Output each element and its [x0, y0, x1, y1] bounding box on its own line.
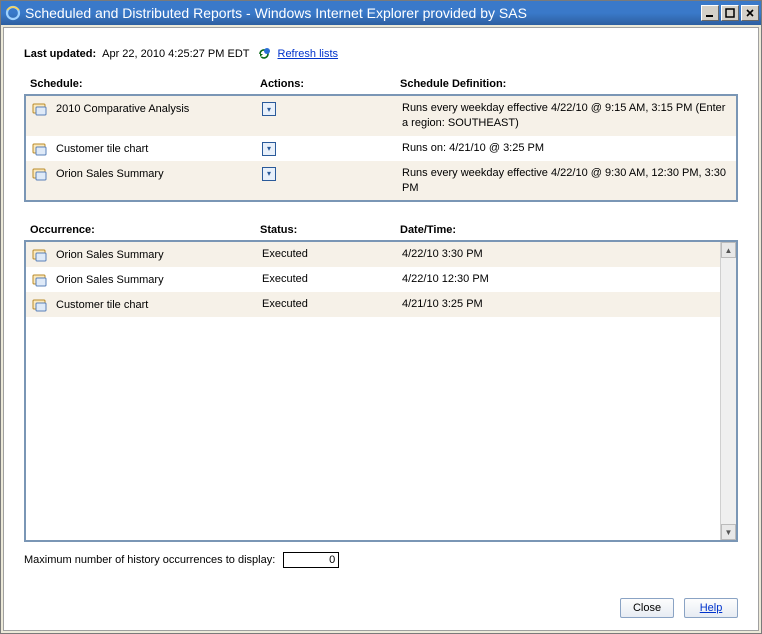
schedule-definition: Runs every weekday effective 4/22/10 @ 9… — [402, 166, 730, 196]
max-history-line: Maximum number of history occurrences to… — [24, 552, 738, 568]
occurrence-panel: Orion Sales Summary Executed 4/22/10 3:3… — [24, 240, 738, 542]
max-history-input[interactable] — [283, 552, 339, 568]
schedule-headers: Schedule: Actions: Schedule Definition: — [30, 78, 738, 90]
max-history-label: Maximum number of history occurrences to… — [24, 554, 275, 566]
header-datetime: Date/Time: — [400, 224, 738, 236]
schedule-definition: Runs every weekday effective 4/22/10 @ 9… — [402, 101, 730, 131]
occurrence-name: Orion Sales Summary — [56, 272, 262, 286]
header-status: Status: — [260, 224, 400, 236]
window-controls — [701, 5, 759, 21]
schedule-row: Orion Sales Summary ▾ Runs every weekday… — [26, 161, 736, 201]
schedule-name: Orion Sales Summary — [56, 166, 262, 180]
scroll-up-icon[interactable]: ▲ — [721, 242, 736, 258]
occurrence-headers: Occurrence: Status: Date/Time: — [30, 224, 738, 236]
occurrence-datetime: 4/22/10 3:30 PM — [402, 247, 714, 262]
last-updated-line: Last updated: Apr 22, 2010 4:25:27 PM ED… — [24, 46, 738, 62]
refresh-lists-link[interactable]: Refresh lists — [278, 48, 339, 60]
occurrence-datetime: 4/22/10 12:30 PM — [402, 272, 714, 287]
window-title: Scheduled and Distributed Reports - Wind… — [25, 5, 701, 21]
report-icon — [32, 248, 50, 262]
action-menu-icon[interactable]: ▾ — [262, 102, 276, 116]
report-icon — [32, 142, 50, 156]
close-button[interactable]: Close — [620, 598, 674, 618]
schedule-name: 2010 Comparative Analysis — [56, 101, 262, 115]
occurrence-datetime: 4/21/10 3:25 PM — [402, 297, 714, 312]
header-occurrence: Occurrence: — [30, 224, 260, 236]
dialog-buttons: Close Help — [24, 598, 738, 618]
occurrence-list: Orion Sales Summary Executed 4/22/10 3:3… — [26, 242, 720, 540]
report-icon — [32, 167, 50, 181]
titlebar: Scheduled and Distributed Reports - Wind… — [1, 1, 761, 25]
occurrence-status: Executed — [262, 272, 402, 285]
action-menu-icon[interactable]: ▾ — [262, 142, 276, 156]
action-menu-icon[interactable]: ▾ — [262, 167, 276, 181]
close-window-button[interactable] — [741, 5, 759, 21]
content-area: Last updated: Apr 22, 2010 4:25:27 PM ED… — [3, 27, 759, 631]
minimize-button[interactable] — [701, 5, 719, 21]
refresh-icon[interactable] — [256, 46, 272, 62]
schedule-panel: 2010 Comparative Analysis ▾ Runs every w… — [24, 94, 738, 202]
help-button[interactable]: Help — [684, 598, 738, 618]
window-frame: Scheduled and Distributed Reports - Wind… — [0, 0, 762, 634]
header-actions: Actions: — [260, 78, 400, 90]
occurrence-name: Customer tile chart — [56, 297, 262, 311]
schedule-row: 2010 Comparative Analysis ▾ Runs every w… — [26, 96, 736, 136]
occurrence-status: Executed — [262, 297, 402, 310]
scrollbar[interactable]: ▲ ▼ — [720, 242, 736, 540]
occurrence-status: Executed — [262, 247, 402, 260]
maximize-button[interactable] — [721, 5, 739, 21]
occurrence-name: Orion Sales Summary — [56, 247, 262, 261]
schedule-row: Customer tile chart ▾ Runs on: 4/21/10 @… — [26, 136, 736, 161]
report-icon — [32, 102, 50, 116]
report-icon — [32, 273, 50, 287]
scroll-down-icon[interactable]: ▼ — [721, 524, 736, 540]
occurrence-row: Orion Sales Summary Executed 4/22/10 3:3… — [26, 242, 720, 267]
header-definition: Schedule Definition: — [400, 78, 738, 90]
ie-icon — [5, 5, 21, 21]
last-updated-label: Last updated: — [24, 48, 96, 60]
header-schedule: Schedule: — [30, 78, 260, 90]
occurrence-row: Orion Sales Summary Executed 4/22/10 12:… — [26, 267, 720, 292]
report-icon — [32, 298, 50, 312]
schedule-definition: Runs on: 4/21/10 @ 3:25 PM — [402, 141, 730, 156]
schedule-name: Customer tile chart — [56, 141, 262, 155]
occurrence-row: Customer tile chart Executed 4/21/10 3:2… — [26, 292, 720, 317]
last-updated-value: Apr 22, 2010 4:25:27 PM EDT — [102, 48, 249, 60]
